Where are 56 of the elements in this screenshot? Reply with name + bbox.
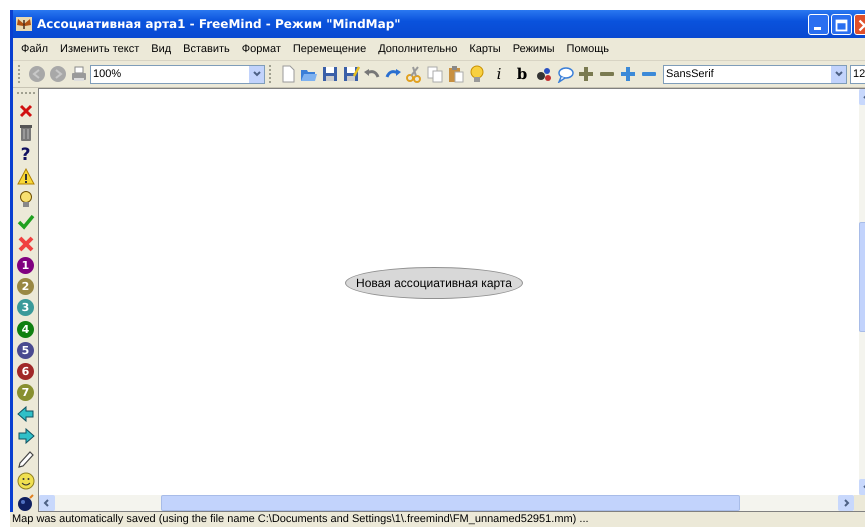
dots-icon	[535, 65, 553, 83]
zoom-combo[interactable]: 100%	[90, 64, 265, 84]
left-arrow-icon[interactable]	[16, 405, 34, 424]
menu-item[interactable]: Формат	[236, 43, 287, 55]
maximize-button[interactable]	[831, 14, 852, 34]
save-as-icon	[342, 65, 360, 83]
bomb-icon[interactable]	[16, 494, 34, 512]
check-icon[interactable]	[16, 212, 34, 231]
question-icon[interactable]: ?	[20, 146, 30, 164]
warning-icon[interactable]	[16, 168, 34, 186]
menu-item[interactable]: Перемещение	[286, 43, 372, 55]
number-icon[interactable]: 2	[17, 278, 34, 296]
menu-item[interactable]: Помощь	[560, 43, 616, 55]
minimize-icon	[814, 26, 821, 30]
minimize-button[interactable]	[808, 14, 829, 34]
window-title: Ассоциативная арта1 - FreeMind - Режим "MindMap"	[37, 17, 402, 31]
plus-icon	[619, 65, 637, 83]
menu-item[interactable]: Вставить	[177, 43, 236, 55]
back-icon	[28, 65, 46, 83]
menu-item[interactable]: Режимы	[506, 43, 561, 55]
menu-item[interactable]: Файл	[15, 43, 54, 55]
butterfly-icon	[16, 16, 32, 32]
paste-button[interactable]	[446, 63, 466, 85]
print-icon	[70, 65, 88, 83]
save-icon	[321, 65, 339, 83]
menu-item[interactable]: Карты	[463, 43, 507, 55]
number-icon[interactable]: 6	[17, 362, 34, 380]
horizontal-scrollbar[interactable]	[39, 495, 854, 511]
italic-button[interactable]: i	[488, 63, 510, 85]
dropdown-icon	[252, 69, 262, 79]
dropdown-icon	[834, 69, 844, 79]
forward-button[interactable]	[48, 63, 68, 85]
cross-icon[interactable]	[16, 234, 34, 253]
right-arrow-icon[interactable]	[16, 427, 34, 446]
copy-icon	[426, 65, 444, 83]
number-icon[interactable]: 5	[17, 342, 34, 359]
forward-icon	[49, 65, 67, 83]
cut-icon	[405, 65, 423, 83]
font-size-combo[interactable]: 12	[850, 64, 865, 84]
smiley-icon[interactable]	[16, 472, 34, 490]
menu-item[interactable]: Изменить текст	[54, 43, 146, 55]
minus-icon	[642, 72, 656, 76]
back-button[interactable]	[27, 63, 47, 85]
menu-item[interactable]: Дополнительно	[372, 43, 464, 55]
font-combo[interactable]: SansSerif	[663, 64, 847, 84]
add-icon	[577, 65, 595, 83]
bulb-icon	[468, 65, 486, 83]
pencil-icon[interactable]	[16, 450, 34, 468]
menu-item[interactable]: Вид	[145, 43, 178, 55]
remove-icon	[600, 72, 614, 76]
number-icon[interactable]: 4	[17, 320, 34, 338]
bold-button[interactable]: b	[511, 63, 533, 85]
root-node[interactable]: Новая ассоциативная карта	[345, 267, 523, 299]
paste-icon	[447, 65, 465, 83]
speech-bubble-icon	[556, 65, 574, 83]
number-icon[interactable]: 1	[17, 256, 34, 274]
